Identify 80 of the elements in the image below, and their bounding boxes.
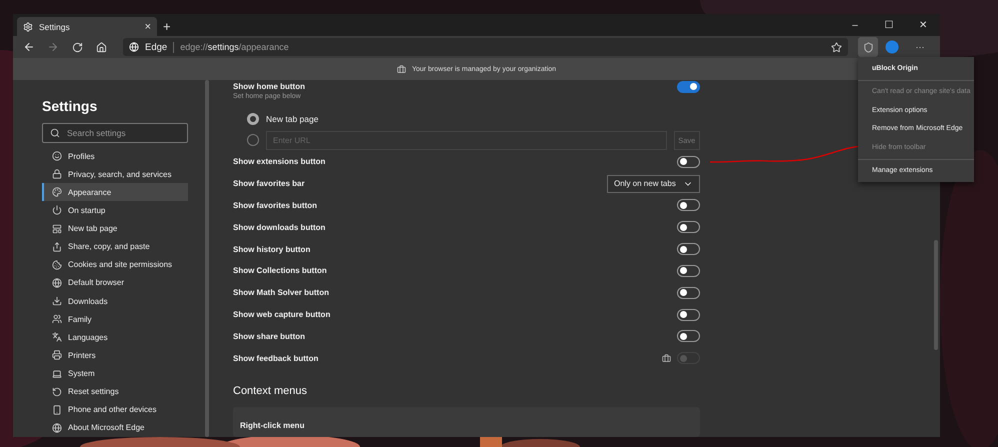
minimize-button[interactable]: – xyxy=(838,14,872,36)
toggle-switch[interactable] xyxy=(677,286,700,299)
sidebar-item[interactable]: Privacy, search, and services xyxy=(42,165,188,184)
sidebar-item[interactable]: System xyxy=(42,364,188,383)
favorites-bar-dropdown[interactable]: Only on new tabs xyxy=(607,174,700,193)
home-icon[interactable] xyxy=(96,42,106,52)
sidebar-item[interactable]: Share, copy, and paste xyxy=(42,238,188,256)
power-icon xyxy=(52,205,62,216)
setting-label: Show feedback button xyxy=(233,354,318,363)
refresh-icon[interactable] xyxy=(72,42,82,52)
url-text: edge://settings/appearance xyxy=(180,42,289,52)
close-button[interactable]: ✕ xyxy=(906,14,940,36)
maximize-button[interactable]: ☐ xyxy=(872,14,906,36)
site-name: Edge xyxy=(145,42,168,52)
setting-label: Show downloads button xyxy=(233,222,326,232)
setting-label: Show favorites bar xyxy=(233,179,305,188)
smiley-icon xyxy=(52,151,62,162)
reset-icon xyxy=(52,386,62,397)
download-icon xyxy=(52,296,62,306)
toggle-switch[interactable] xyxy=(677,330,700,342)
settings-icon xyxy=(23,22,33,32)
browser-tab[interactable]: Settings × xyxy=(17,17,157,36)
layout-icon xyxy=(52,224,62,234)
globe-icon xyxy=(52,278,62,288)
setting-label: Show home button xyxy=(233,82,305,92)
shield-icon xyxy=(862,42,874,52)
toggle-switch[interactable] xyxy=(677,308,700,321)
palette-icon xyxy=(52,187,62,198)
toggle-switch[interactable] xyxy=(677,264,700,277)
section-heading: Context menus xyxy=(233,385,308,398)
lock-icon xyxy=(52,169,62,180)
setting-label: Show extensions button xyxy=(233,157,326,166)
sidebar-item[interactable]: Languages xyxy=(42,328,188,346)
toggle-switch[interactable] xyxy=(677,199,700,212)
sidebar-item[interactable]: Printers xyxy=(42,346,188,364)
settings-title: Settings xyxy=(42,98,98,114)
sidebar-item[interactable]: Profiles xyxy=(42,147,188,166)
printer-icon xyxy=(52,350,62,360)
translate-icon xyxy=(52,332,62,342)
address-bar[interactable]: Edge edge://settings/appearance xyxy=(123,38,848,56)
sidebar-item[interactable]: Cookies and site permissions xyxy=(42,256,188,274)
search-field[interactable]: Search settings xyxy=(42,123,188,143)
phone-icon xyxy=(52,404,62,415)
sidebar-item[interactable]: Family xyxy=(42,310,188,328)
cookie-icon xyxy=(52,260,62,270)
close-icon[interactable]: × xyxy=(144,20,151,32)
sidebar-item[interactable]: On startup xyxy=(42,201,188,220)
laptop-icon xyxy=(52,368,62,379)
toggle-switch[interactable] xyxy=(677,156,700,168)
setting-label: Show favorites button xyxy=(233,200,317,210)
setting-label: Show web capture button xyxy=(233,310,330,320)
people-icon xyxy=(52,314,62,324)
forward-icon[interactable] xyxy=(47,41,59,53)
search-icon xyxy=(50,128,60,138)
new-tab-button[interactable]: + xyxy=(163,19,171,34)
sidebar-item[interactable]: About Microsoft Edge xyxy=(42,418,188,437)
sidebar-item[interactable]: Phone and other devices xyxy=(42,400,188,419)
setting-label: Show Math Solver button xyxy=(233,288,329,298)
back-icon[interactable] xyxy=(23,41,35,53)
sidebar-item[interactable]: Reset settings xyxy=(42,382,188,401)
briefcase-icon xyxy=(396,64,406,74)
favorite-star-icon[interactable] xyxy=(831,42,842,52)
more-button[interactable]: ··· xyxy=(906,37,934,57)
sidebar-item[interactable]: New tab page xyxy=(42,220,188,238)
sidebar-item[interactable]: Downloads xyxy=(42,292,188,310)
sidebar-item[interactable]: Default browser xyxy=(42,274,188,292)
card-title: Right-click menu xyxy=(240,421,304,430)
toggle-switch[interactable] xyxy=(677,80,700,93)
radio-button[interactable] xyxy=(247,134,259,146)
radio-button[interactable] xyxy=(247,112,259,125)
setting-label: Show share button xyxy=(233,332,305,341)
profile-avatar-icon xyxy=(885,40,899,54)
extension-button[interactable] xyxy=(858,37,878,57)
setting-label: Show Collections button xyxy=(233,266,327,276)
setting-label: Show history button xyxy=(233,244,310,254)
sidebar-item[interactable]: Appearance xyxy=(42,183,188,202)
toggle-switch[interactable] xyxy=(677,221,700,234)
toggle-switch[interactable] xyxy=(677,243,700,256)
radio-label: New tab page xyxy=(266,114,318,124)
share-icon xyxy=(52,242,62,252)
